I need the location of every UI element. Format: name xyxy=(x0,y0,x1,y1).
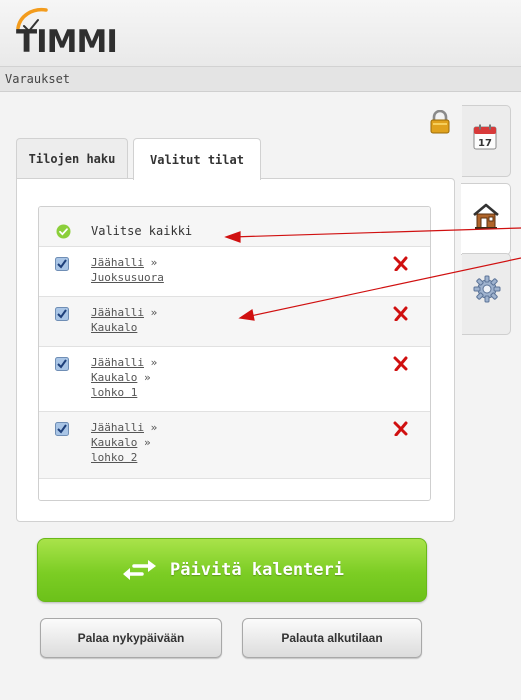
path-link[interactable]: Kaukalo xyxy=(91,436,137,449)
remove-icon[interactable] xyxy=(393,356,408,371)
path-link[interactable]: lohko 2 xyxy=(91,451,137,464)
path-link[interactable]: Jäähalli xyxy=(91,421,144,434)
list-item: Jäähalli » Juoksusuora xyxy=(39,247,430,297)
lock-icon[interactable] xyxy=(430,110,450,134)
tab-selected-spaces[interactable]: Valitut tilat xyxy=(133,138,261,180)
app-header: TIMMI xyxy=(0,0,521,67)
remove-icon[interactable] xyxy=(393,306,408,321)
select-all-label: Valitse kaikki xyxy=(91,224,193,238)
logo-text: TIMMI xyxy=(16,24,118,60)
path-link[interactable]: Jäähalli xyxy=(91,306,144,319)
section-bar: Varaukset xyxy=(0,67,521,92)
list-item: Jäähalli » Kaukalo xyxy=(39,297,430,347)
tab-search-spaces[interactable]: Tilojen haku xyxy=(16,138,128,179)
path-link[interactable]: lohko 1 xyxy=(91,386,137,399)
remove-icon[interactable] xyxy=(393,256,408,271)
path-link[interactable]: Juoksusuora xyxy=(91,271,164,284)
gear-icon xyxy=(473,275,501,303)
list-item: Jäähalli » Kaukalo » lohko 2 xyxy=(39,412,430,479)
space-path: Jäähalli » Juoksusuora xyxy=(91,256,164,284)
path-link[interactable]: Kaukalo xyxy=(91,371,137,384)
calendar-day-number: 17 xyxy=(478,138,492,149)
check-circle-icon xyxy=(56,224,71,239)
selected-spaces-list: Valitse kaikki Jäähalli » Juoksusuora Jä… xyxy=(38,206,431,501)
swap-arrows-icon xyxy=(123,560,156,580)
calendar-icon: 17 xyxy=(473,124,497,150)
list-item: Jäähalli » Kaukalo » lohko 1 xyxy=(39,347,430,412)
remove-icon[interactable] xyxy=(393,421,408,436)
checkbox-checked-icon[interactable] xyxy=(55,257,69,271)
house-icon xyxy=(473,203,499,229)
update-calendar-label: Päivitä kalenteri xyxy=(170,560,344,580)
path-link[interactable]: Jäähalli xyxy=(91,256,144,269)
side-tab-calendar[interactable]: 17 xyxy=(462,105,511,177)
select-all-row[interactable]: Valitse kaikki xyxy=(39,207,430,247)
path-link[interactable]: Jäähalli xyxy=(91,356,144,369)
side-tab-spaces[interactable] xyxy=(461,183,511,255)
checkbox-checked-icon[interactable] xyxy=(55,357,69,371)
section-title: Varaukset xyxy=(5,72,71,86)
return-to-today-button[interactable]: Palaa nykypäivään xyxy=(40,618,222,658)
space-path: Jäähalli » Kaukalo » lohko 1 xyxy=(91,356,158,399)
update-calendar-button[interactable]: Päivitä kalenteri xyxy=(37,538,427,602)
space-path: Jäähalli » Kaukalo xyxy=(91,306,158,334)
timmi-logo: TIMMI xyxy=(14,6,124,62)
reset-to-initial-button[interactable]: Palauta alkutilaan xyxy=(242,618,422,658)
checkbox-checked-icon[interactable] xyxy=(55,307,69,321)
checkbox-checked-icon[interactable] xyxy=(55,422,69,436)
space-path: Jäähalli » Kaukalo » lohko 2 xyxy=(91,421,158,464)
path-link[interactable]: Kaukalo xyxy=(91,321,137,334)
side-tab-settings[interactable] xyxy=(462,253,511,335)
